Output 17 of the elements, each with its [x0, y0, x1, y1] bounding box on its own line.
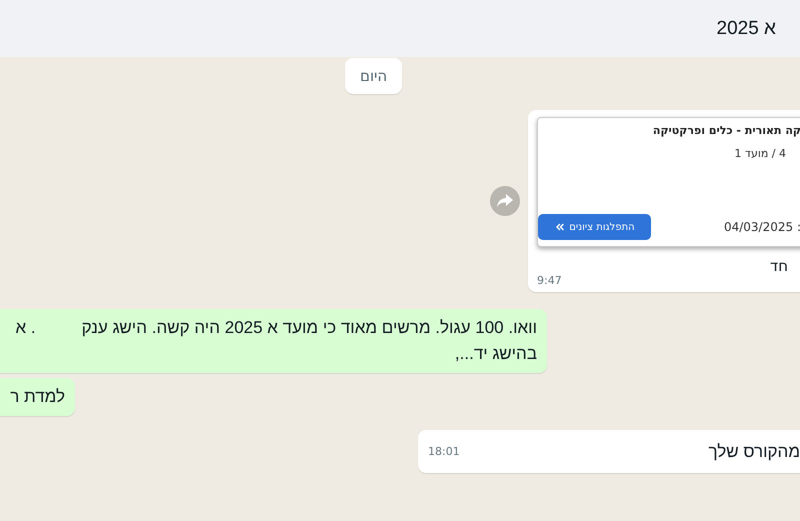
grade-distribution-button[interactable]: התפלגות ציונים: [538, 214, 651, 240]
course-title: קה תאורית - כלים ופרקטיקה: [652, 124, 800, 137]
message-text: בהישג יד...,: [454, 343, 537, 365]
exam-session: 4 / מועד 1: [734, 147, 786, 160]
message-time: 9:47: [537, 274, 562, 287]
forward-icon: [497, 194, 513, 208]
date-chip: היום: [345, 58, 402, 94]
message-text: . א: [16, 317, 36, 339]
message-text: וואו. 100 עגול. מרשים מאוד כי מועד א 2025 היה קשה. הישג ענק: [82, 317, 537, 339]
exam-date: : 04/03/2025: [724, 220, 800, 234]
message-text: מהקורס שלך: [708, 442, 800, 462]
message-text: חד: [770, 257, 788, 275]
message-time: 18:01: [428, 445, 460, 458]
forward-button[interactable]: [490, 186, 520, 216]
message-text: למדת ר: [10, 386, 65, 408]
chevrons-icon: [554, 221, 566, 233]
chat-title: א 2025: [716, 18, 776, 40]
